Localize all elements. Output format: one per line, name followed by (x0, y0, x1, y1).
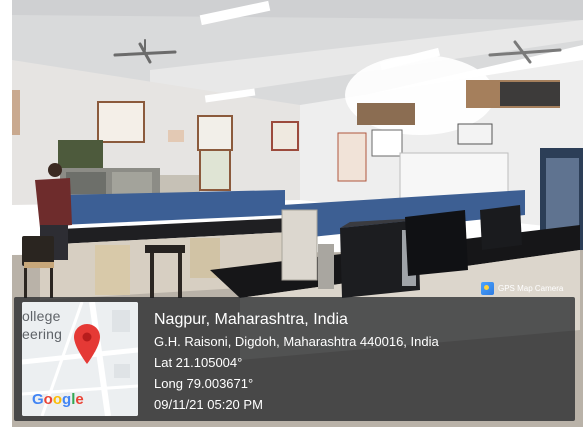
latitude: Lat 21.105004° (154, 355, 243, 370)
location-city: Nagpur, Maharashtra, India (154, 311, 348, 328)
wall-chart (197, 115, 233, 151)
location-address: G.H. Raisoni, Digdoh, Maharashtra 440016… (154, 334, 439, 349)
map-thumbnail: ollege eering Google (22, 302, 138, 416)
wall-board (357, 103, 415, 125)
location-pin-icon (74, 324, 100, 364)
map-label: eering (22, 326, 63, 342)
google-logo-letter: G (32, 391, 44, 408)
monitor (480, 205, 522, 250)
monitor (405, 210, 468, 276)
gps-details: Nagpur, Maharashtra, India G.H. Raisoni,… (154, 309, 439, 415)
badge-label: GPS Map Camera (498, 283, 564, 293)
google-logo-letter: g (62, 391, 72, 408)
lab-board (58, 140, 103, 170)
gps-map-camera-badge: GPS Map Camera (479, 280, 567, 296)
wall-chart (271, 121, 299, 151)
map-label: ollege (22, 308, 61, 324)
longitude: Long 79.003671° (154, 376, 254, 391)
timestamp: 09/11/21 05:20 PM (154, 397, 263, 412)
wall-poster (337, 132, 367, 182)
gps-stamp: ollege eering Google Nagpur, Maharashtra… (14, 297, 575, 421)
google-logo-letter: e (75, 391, 84, 408)
google-logo: Google (32, 391, 84, 408)
google-logo-letter: o (43, 391, 53, 408)
wall-chart (97, 101, 145, 143)
lab-bench-upper (60, 190, 285, 225)
gps-map-camera-icon (481, 281, 494, 295)
google-logo-letter: o (52, 391, 63, 408)
photo-frame: GPS Map Camera ollege eering Google Nagp… (0, 0, 583, 427)
